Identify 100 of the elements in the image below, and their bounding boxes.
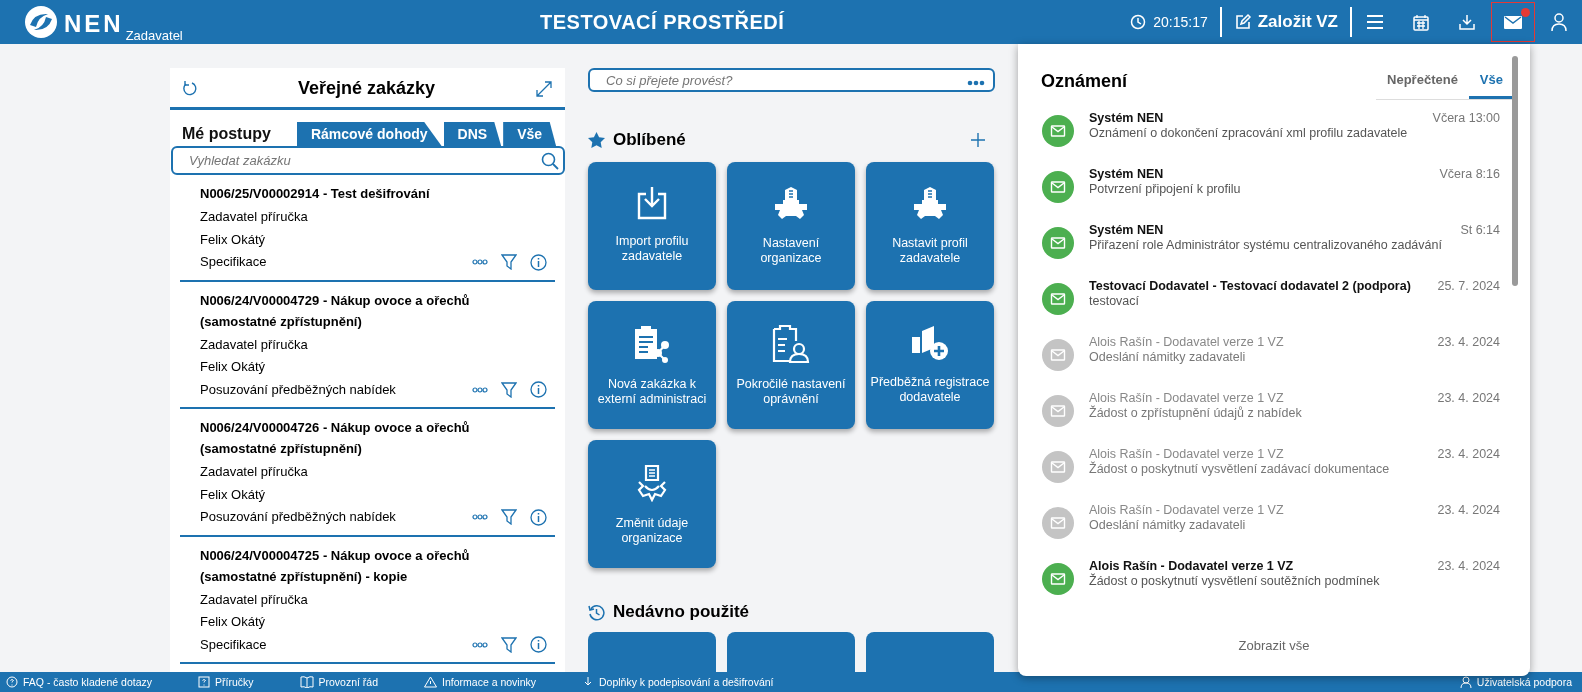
mail-icon xyxy=(1504,15,1522,29)
scrollbar[interactable] xyxy=(1512,56,1518,286)
contract-detail: Specifikace xyxy=(200,253,267,271)
notification-item[interactable]: Systém NEN Přiřazení role Administrátor systému centralizovaného zadávání St 6:14 xyxy=(1042,212,1500,268)
notification-time: St 6:14 xyxy=(1460,223,1500,237)
notification-item[interactable]: Systém NEN Potvrzení připojení k profilu Včera 8:16 xyxy=(1042,156,1500,212)
notification-time: Včera 13:00 xyxy=(1432,111,1500,125)
notification-sender: Systém NEN xyxy=(1089,223,1165,238)
filter-icon[interactable] xyxy=(501,381,517,398)
more-icon[interactable] xyxy=(472,514,488,521)
contract-detail: Felix Okátý xyxy=(200,230,265,249)
edit-icon xyxy=(1233,13,1252,31)
search-icon[interactable] xyxy=(541,152,559,170)
more-icon[interactable] xyxy=(472,259,488,266)
footer-link[interactable]: Provozní řád xyxy=(299,676,379,688)
section-title: Oblíbené xyxy=(613,130,686,150)
favorite-tile[interactable]: Předběžná registrace dodavatele xyxy=(866,301,994,429)
create-contract-button[interactable]: Založit VZ xyxy=(1221,12,1350,32)
notification-sender: Testovací Dodavatel - Testovací dodavatel 2 (podpora) xyxy=(1089,279,1412,294)
building-plus-icon xyxy=(911,325,949,361)
contract-title[interactable]: N006/24/V00004726 - Nákup ovoce a ořechů (samostatné zpřístupnění) xyxy=(200,417,535,459)
favorite-tile[interactable]: Nastavení organizace xyxy=(727,162,855,290)
command-field[interactable]: Co si přejete provést? xyxy=(588,68,995,92)
building-gear-icon xyxy=(772,186,810,222)
notification-message: Žádost o poskytnutí vysvětlení zadávací dokumentace xyxy=(1089,462,1391,477)
favorite-tile[interactable]: Pokročilé nastavení oprávnění xyxy=(727,301,855,429)
favorite-tile[interactable]: Změnit údaje organizace xyxy=(588,440,716,568)
warning-icon xyxy=(424,676,438,688)
notification-time: 23. 4. 2024 xyxy=(1437,335,1500,349)
logo-text: NEN xyxy=(64,9,124,39)
notification-time: 23. 4. 2024 xyxy=(1437,503,1500,517)
contract-detail: Zadavatel příručka xyxy=(200,208,308,226)
contracts-tab[interactable]: Vše xyxy=(503,122,557,146)
info-icon[interactable] xyxy=(530,636,547,654)
recent-tile[interactable] xyxy=(866,632,994,672)
notification-item[interactable]: Alois Rašín - Dodavatel verze 1 VZ Žádost o poskytnutí vysvětlení soutěžních podmínek 23. 4. 2024 xyxy=(1042,548,1500,604)
notification-item[interactable]: Alois Rašín - Dodavatel verze 1 VZ Odeslání námitky zadavateli 23. 4. 2024 xyxy=(1042,492,1500,548)
footer-link[interactable]: Příručky xyxy=(198,676,254,688)
dropdown-title: Oznámení xyxy=(1041,71,1128,92)
history-icon xyxy=(588,603,605,621)
footer-link[interactable]: Uživatelská podpora xyxy=(1459,676,1572,688)
favorite-tile[interactable]: Nová zakázka k externí administraci xyxy=(588,301,716,429)
contract-title[interactable]: N006/25/V00002914 - Test dešifrování xyxy=(200,183,535,204)
footer-link[interactable]: FAQ - často kladené dotazy xyxy=(6,676,152,688)
notification-item[interactable]: Alois Rašín - Dodavatel verze 1 VZ Žádost o zpřístupnění údajů z nabídek 23. 4. 2024 xyxy=(1042,380,1500,436)
contracts-tab[interactable]: DNS xyxy=(443,122,502,146)
notification-item[interactable]: Alois Rašín - Dodavatel verze 1 VZ Odeslání námitky zadavateli 23. 4. 2024 xyxy=(1042,324,1500,380)
book-icon xyxy=(299,676,314,688)
contract-detail: Posuzování předběžných nabídek xyxy=(200,508,396,526)
clock-time: 20:15:17 xyxy=(1153,14,1208,30)
info-icon[interactable] xyxy=(530,381,547,399)
filter-icon[interactable] xyxy=(501,254,517,271)
info-icon[interactable] xyxy=(530,253,547,271)
favorite-tile[interactable]: Nastavit profil zadavatele xyxy=(866,162,994,290)
notification-sender: Alois Rašín - Dodavatel verze 1 VZ xyxy=(1089,447,1285,461)
contract-detail: Zadavatel příručka xyxy=(200,335,308,354)
search-field[interactable]: Vyhledat zakázku xyxy=(171,146,565,175)
notification-time: 25. 7. 2024 xyxy=(1437,279,1500,293)
show-all-link[interactable]: Zobrazit vše xyxy=(1018,638,1530,653)
notification-sender: Alois Rašín - Dodavatel verze 1 VZ xyxy=(1089,391,1285,405)
more-icon[interactable] xyxy=(472,386,488,393)
contracts-tab[interactable]: Rámcové dohody xyxy=(296,122,442,146)
contract-detail: Zadavatel příručka xyxy=(200,590,308,609)
add-icon[interactable] xyxy=(971,133,985,147)
filter-tab[interactable]: Nepřečtené xyxy=(1376,66,1469,99)
mail-button[interactable] xyxy=(1491,2,1535,42)
contract-detail: Zadavatel příručka xyxy=(200,463,308,481)
contract-detail: Felix Okátý xyxy=(200,485,265,504)
recent-tile[interactable] xyxy=(588,632,716,672)
notification-sender: Alois Rašín - Dodavatel verze 1 VZ xyxy=(1089,335,1285,350)
contract-title[interactable]: N006/24/V00004729 - Nákup ovoce a ořechů (samostatné zpřístupnění) xyxy=(200,289,535,332)
footer-link[interactable]: Informace a novinky xyxy=(424,676,536,688)
notification-sender: Alois Rašín - Dodavatel verze 1 VZ xyxy=(1089,503,1285,518)
refresh-icon[interactable] xyxy=(182,80,198,97)
more-icon[interactable] xyxy=(472,641,488,648)
download-icon xyxy=(1459,14,1475,30)
notification-time: 23. 4. 2024 xyxy=(1437,559,1500,573)
notification-item[interactable]: Alois Rašín - Dodavatel verze 1 VZ Žádost o poskytnutí vysvětlení zadávací dokumentace 23. 4. 2024 xyxy=(1042,436,1500,492)
favorite-tile[interactable]: Import profilu zadavatele xyxy=(588,162,716,290)
more-icon[interactable] xyxy=(967,80,985,86)
calendar-icon xyxy=(1413,13,1429,31)
footer-link[interactable]: Doplňky k podepisování a dešifrování xyxy=(582,676,774,688)
notification-sender: Systém NEN xyxy=(1089,167,1165,182)
notification-dot xyxy=(1521,8,1530,17)
notification-item[interactable]: Systém NEN Oznámení o dokončení zpracování xml profilu zadavatele Včera 13:00 xyxy=(1042,100,1500,156)
filter-icon[interactable] xyxy=(501,636,517,653)
download-icon xyxy=(582,676,594,688)
filter-icon[interactable] xyxy=(501,509,517,526)
contract-title[interactable]: N006/24/V00004725 - Nákup ovoce a ořechů (samostatné zpřístupnění) - kopie xyxy=(200,544,535,587)
environment-title: TESTOVACÍ PROSTŘEDÍ xyxy=(540,10,785,34)
notification-message: Přiřazení role Administrátor systému centralizovaného zadávání xyxy=(1089,238,1443,253)
info-icon[interactable] xyxy=(530,508,547,526)
notification-time: 23. 4. 2024 xyxy=(1437,391,1500,405)
expand-icon[interactable] xyxy=(535,79,553,98)
notification-item[interactable]: Testovací Dodavatel - Testovací dodavatel 2 (podpora) testovací 25. 7. 2024 xyxy=(1042,268,1500,324)
notification-message: Žádost o poskytnutí vysvětlení soutěžních podmínek xyxy=(1089,574,1381,589)
contract-detail: Specifikace xyxy=(200,635,267,654)
notification-time: Včera 8:16 xyxy=(1439,167,1500,181)
recent-tile[interactable] xyxy=(727,632,855,672)
clipboard-share-icon xyxy=(633,325,671,363)
